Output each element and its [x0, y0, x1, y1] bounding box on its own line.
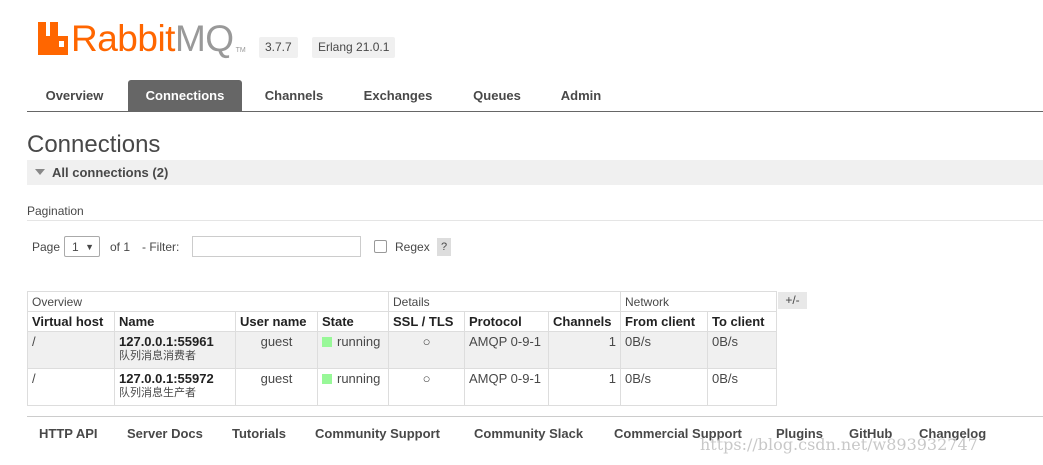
rabbitmq-logo[interactable]: RabbitMQ TM — [38, 20, 246, 57]
col-from-client[interactable]: From client — [620, 311, 708, 332]
all-connections-toggle[interactable]: All connections (2) — [27, 160, 1043, 185]
cell-from-client: 0B/s — [620, 331, 708, 369]
cell-state: running — [317, 368, 389, 406]
footer-divider — [27, 416, 1043, 417]
page-select-value: 1 — [72, 240, 79, 254]
section-label: All connections (2) — [52, 165, 169, 180]
state-text: running — [337, 371, 381, 386]
cell-vhost: / — [27, 368, 115, 406]
tab-connections[interactable]: Connections — [128, 80, 242, 111]
footer-link-server-docs[interactable]: Server Docs — [127, 426, 203, 441]
col-ssl-tls[interactable]: SSL / TLS — [388, 311, 465, 332]
cell-protocol: AMQP 0-9-1 — [464, 368, 549, 406]
pagination-title: Pagination — [27, 204, 84, 218]
connection-client-name: 队列消息生产者 — [119, 387, 196, 399]
page-label: Page — [32, 240, 61, 254]
filter-input[interactable] — [192, 236, 361, 257]
cell-ssl: ○ — [388, 331, 465, 369]
col-channels[interactable]: Channels — [548, 311, 621, 332]
regex-label: Regex — [395, 240, 430, 254]
table-column-header: Virtual host Name User name State SSL / … — [27, 311, 777, 332]
logo-wordmark: RabbitMQ — [71, 20, 234, 57]
footer-link-community-slack[interactable]: Community Slack — [474, 426, 583, 441]
cell-user: guest — [235, 331, 318, 369]
logo-rabbit-text: Rabbit — [71, 18, 175, 59]
group-details: Details — [388, 291, 621, 312]
col-state[interactable]: State — [317, 311, 389, 332]
cell-user: guest — [235, 368, 318, 406]
col-virtual-host[interactable]: Virtual host — [27, 311, 115, 332]
cell-state: running — [317, 331, 389, 369]
filter-label: - Filter: — [142, 240, 180, 254]
cell-name[interactable]: 127.0.0.1:55961 队列消息消费者 — [114, 331, 236, 369]
page-title: Connections — [27, 131, 161, 158]
cell-to-client: 0B/s — [707, 331, 777, 369]
col-user-name[interactable]: User name — [235, 311, 318, 332]
tab-exchanges[interactable]: Exchanges — [352, 80, 444, 111]
cell-protocol: AMQP 0-9-1 — [464, 331, 549, 369]
group-overview: Overview — [27, 291, 389, 312]
tab-queues[interactable]: Queues — [460, 80, 534, 111]
chevron-down-icon: ▼ — [85, 242, 94, 252]
footer-link-community-support[interactable]: Community Support — [315, 426, 440, 441]
of-pages-label: of 1 — [110, 240, 131, 254]
cell-name[interactable]: 127.0.0.1:55972 队列消息生产者 — [114, 368, 236, 406]
tab-overview[interactable]: Overview — [27, 80, 122, 111]
table-group-header: Overview Details Network — [27, 291, 777, 312]
main-tabs: Overview Connections Channels Exchanges … — [27, 80, 1043, 112]
rabbitmq-logo-icon — [38, 22, 68, 55]
cell-to-client: 0B/s — [707, 368, 777, 406]
footer-link-http-api[interactable]: HTTP API — [39, 426, 98, 441]
col-protocol[interactable]: Protocol — [464, 311, 549, 332]
col-name[interactable]: Name — [114, 311, 236, 332]
pagination-divider — [27, 220, 1043, 221]
state-text: running — [337, 334, 381, 349]
column-toggle-button[interactable]: +/- — [778, 292, 807, 309]
tab-admin[interactable]: Admin — [550, 80, 612, 111]
regex-checkbox[interactable] — [374, 240, 387, 253]
regex-help-button[interactable]: ? — [437, 238, 451, 256]
connections-table: Overview Details Network Virtual host Na… — [27, 291, 777, 406]
connection-name-link[interactable]: 127.0.0.1:55961 — [119, 334, 231, 349]
page-select[interactable]: 1 ▼ — [64, 236, 100, 257]
connection-client-name: 队列消息消费者 — [119, 350, 196, 362]
watermark: https://blog.csdn.net/w893932747 — [700, 435, 978, 454]
cell-vhost: / — [27, 331, 115, 369]
table-row[interactable]: / 127.0.0.1:55972 队列消息生产者 guest running … — [27, 368, 777, 406]
cell-ssl: ○ — [388, 368, 465, 406]
version-badge: 3.7.7 — [259, 37, 298, 58]
table-row[interactable]: / 127.0.0.1:55961 队列消息消费者 guest running … — [27, 331, 777, 369]
erlang-badge: Erlang 21.0.1 — [312, 37, 396, 58]
running-status-icon — [322, 374, 332, 384]
collapse-triangle-icon — [35, 169, 45, 175]
cell-from-client: 0B/s — [620, 368, 708, 406]
running-status-icon — [322, 337, 332, 347]
logo-mq-text: MQ — [174, 18, 234, 59]
cell-channels: 1 — [548, 368, 621, 406]
logo-tm: TM — [235, 47, 246, 54]
group-network: Network — [620, 291, 777, 312]
connection-name-link[interactable]: 127.0.0.1:55972 — [119, 371, 231, 386]
cell-channels: 1 — [548, 331, 621, 369]
tab-channels[interactable]: Channels — [252, 80, 336, 111]
col-to-client[interactable]: To client — [707, 311, 777, 332]
footer-link-tutorials[interactable]: Tutorials — [232, 426, 286, 441]
